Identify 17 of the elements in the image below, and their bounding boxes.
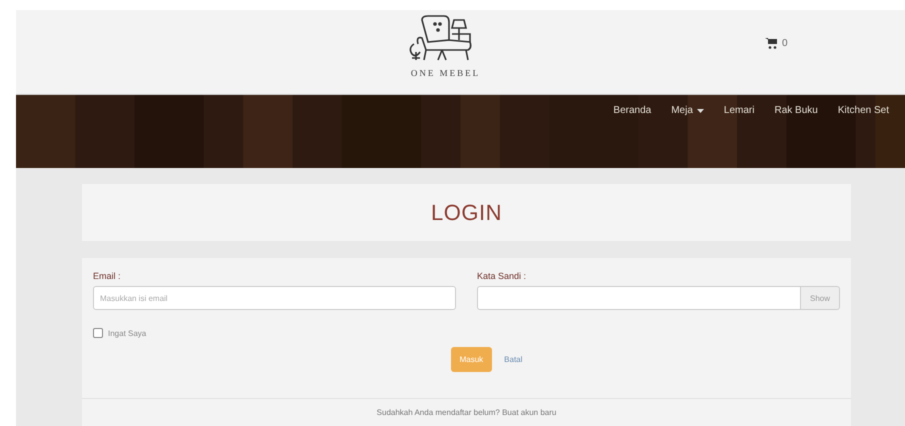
password-field[interactable] (477, 286, 800, 310)
nav-link[interactable]: Lemari (714, 105, 764, 116)
nav-link[interactable]: Rak Buku (764, 105, 828, 116)
nav-link[interactable]: Beranda (603, 105, 662, 116)
register-text: Sudahkah Anda mendaftar belum? Buat akun baru (376, 408, 556, 417)
email-label: Email : (93, 271, 122, 281)
cart-link[interactable]: 0 (765, 38, 788, 49)
caret-icon (696, 108, 704, 112)
password-label: Kata Sandi : (477, 271, 528, 281)
logo-text: ONE MEBEL (410, 68, 480, 78)
remember-checkbox[interactable] (93, 328, 103, 338)
cart-icon (765, 38, 778, 49)
remember-label: Ingat Saya (108, 328, 146, 338)
page-title: LOGIN (431, 200, 502, 226)
nav-link[interactable]: Kitchen Set (828, 105, 899, 116)
email-field[interactable]: Masukkan isi email (93, 286, 456, 310)
nav-link[interactable]: Meja (661, 105, 714, 116)
